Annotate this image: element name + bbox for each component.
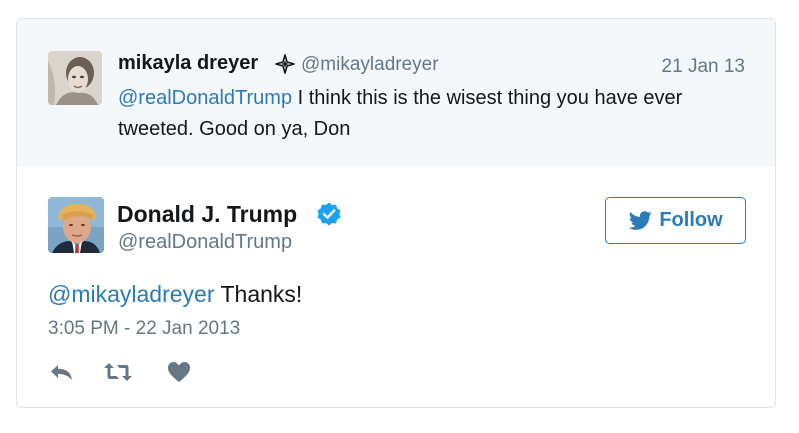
main-display-name[interactable]: Donald J. Trump [117,201,297,228]
retweet-icon [104,363,132,381]
follow-button-label: Follow [659,209,723,231]
embedded-tweet-card: mikayla dreyer @mikayladreyer 21 Jan 13 … [16,18,776,408]
parent-tweet[interactable]: mikayla dreyer @mikayladreyer 21 Jan 13 … [17,19,775,167]
parent-avatar-image [48,51,102,105]
parent-date[interactable]: 21 Jan 13 [662,56,745,78]
main-tweet-text: @mikayladreyer Thanks! [48,281,302,308]
reply-button[interactable] [48,359,76,385]
main-avatar-image [48,197,104,253]
like-button[interactable] [166,359,192,385]
main-handle[interactable]: @realDonaldTrump [118,231,292,254]
reply-icon [51,365,72,380]
twitter-bird-icon [628,210,652,230]
sparkle-badge-icon [275,54,295,74]
parent-handle[interactable]: @mikayladreyer [301,54,439,76]
parent-display-name[interactable]: mikayla dreyer [118,52,258,75]
main-text-body: Thanks! [214,281,303,307]
tweet-timestamp[interactable]: 3:05 PM - 22 Jan 2013 [48,318,240,340]
avatar[interactable] [48,51,102,105]
parent-mention-link[interactable]: @realDonaldTrump [118,87,292,109]
follow-button[interactable]: Follow [605,197,746,244]
retweet-button[interactable] [103,359,133,385]
main-mention-link[interactable]: @mikayladreyer [48,281,215,307]
parent-tweet-text: @realDonaldTrump I think this is the wis… [118,83,738,145]
like-icon [168,362,190,382]
avatar[interactable] [48,197,104,253]
verified-badge-icon [317,202,341,226]
